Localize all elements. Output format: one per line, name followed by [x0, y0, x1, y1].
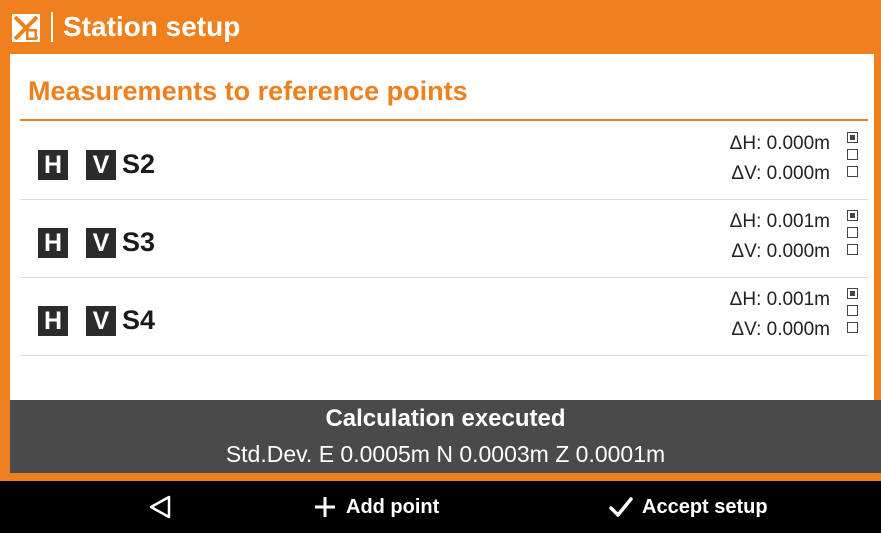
checkbox-3[interactable] [847, 244, 858, 255]
point-name: S2 [122, 149, 156, 179]
section-title: Measurements to reference points [28, 76, 468, 106]
checkmark-icon [609, 497, 633, 517]
plus-icon [315, 497, 335, 517]
point-name: S4 [122, 305, 156, 335]
reference-point-row-s3[interactable]: H V S3 ΔH: 0.001m ΔV: 0.000m [20, 200, 868, 278]
std-dev-readout: Std.Dev. E 0.0005m N 0.0003m Z 0.0001m [225, 441, 666, 467]
vertical-badge: V [86, 228, 116, 258]
title-bar: Station setup [0, 0, 881, 54]
delta-h-value: ΔH: 0.001m [729, 211, 830, 232]
title-separator [51, 12, 53, 42]
checkbox-1[interactable] [847, 210, 858, 221]
add-point-button[interactable]: Add point [312, 492, 439, 522]
reference-point-row-s2[interactable]: H V S2 ΔH: 0.000m ΔV: 0.000m [20, 122, 868, 200]
section-divider [20, 119, 868, 121]
delta-v-value: ΔV: 0.000m [731, 163, 830, 184]
back-triangle-icon[interactable] [145, 494, 175, 520]
delta-h-value: ΔH: 0.001m [729, 289, 830, 310]
reference-point-row-s4[interactable]: H V S4 ΔH: 0.001m ΔV: 0.000m [20, 278, 868, 356]
point-checkboxes [847, 288, 859, 344]
point-name: S3 [122, 227, 156, 257]
accept-setup-label: Accept setup [642, 496, 768, 518]
station-app-icon [12, 14, 40, 42]
checkbox-1[interactable] [847, 132, 858, 143]
checkbox-2[interactable] [847, 149, 858, 160]
page-title: Station setup [63, 11, 241, 42]
checkbox-3[interactable] [847, 322, 858, 333]
checkbox-2[interactable] [847, 305, 858, 316]
delta-v-value: ΔV: 0.000m [731, 319, 830, 340]
horizontal-badge: H [38, 228, 68, 258]
delta-h-value: ΔH: 0.000m [729, 133, 830, 154]
horizontal-badge: H [38, 150, 68, 180]
vertical-badge: V [86, 150, 116, 180]
app-frame: Station setup Measurements to reference … [0, 0, 881, 481]
bottom-action-bar: Add point Accept setup [0, 481, 881, 533]
point-checkboxes [847, 210, 859, 266]
delta-v-value: ΔV: 0.000m [731, 241, 830, 262]
checkbox-2[interactable] [847, 227, 858, 238]
calculation-status-banner: Calculation executed Std.Dev. E 0.0005m … [10, 400, 881, 473]
horizontal-badge: H [38, 306, 68, 336]
add-point-label: Add point [346, 496, 440, 518]
checkbox-3[interactable] [847, 166, 858, 177]
checkbox-1[interactable] [847, 288, 858, 299]
accept-setup-button[interactable]: Accept setup [608, 492, 768, 522]
vertical-badge: V [86, 306, 116, 336]
point-checkboxes [847, 132, 859, 188]
status-title: Calculation executed [325, 405, 566, 432]
